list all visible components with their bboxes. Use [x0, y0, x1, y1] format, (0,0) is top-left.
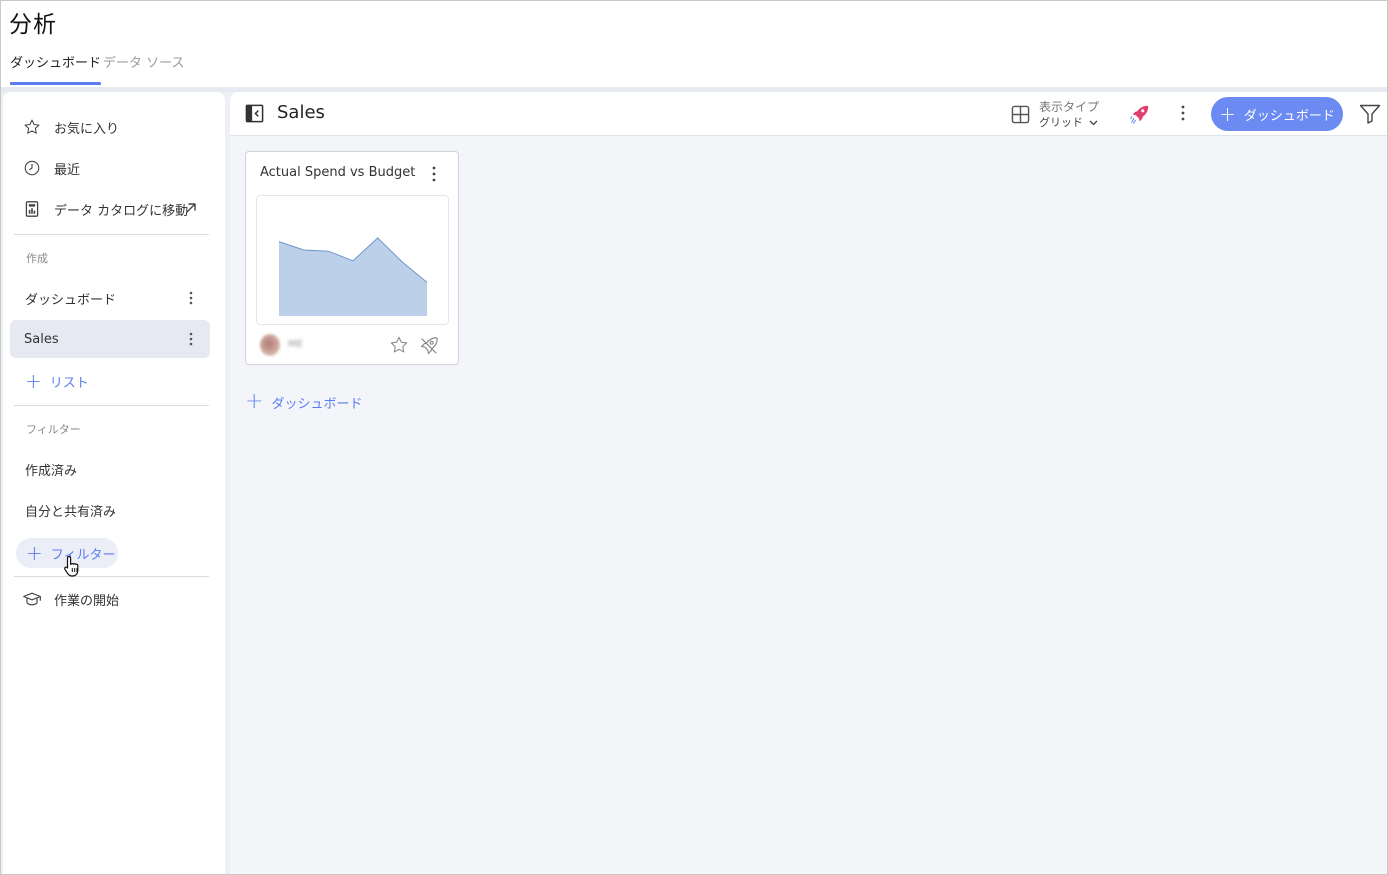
- sidebar-item-data-catalog[interactable]: データ カタログに移動: [10, 190, 210, 228]
- sidebar-item-dashboards-list[interactable]: ダッシュボード: [10, 279, 210, 317]
- sidebar-divider: [14, 234, 209, 235]
- star-icon[interactable]: [389, 335, 409, 359]
- app-title: 分析: [9, 12, 57, 38]
- more-vertical-icon[interactable]: [1174, 103, 1192, 127]
- sidebar-item-label: 最近: [54, 162, 81, 178]
- sidebar-item-created[interactable]: 作成済み: [10, 450, 210, 488]
- more-vertical-icon[interactable]: [182, 288, 200, 308]
- sidebar-item-shared-with-me[interactable]: 自分と共有済み: [10, 491, 210, 529]
- section-label-filter: フィルター: [26, 423, 81, 436]
- sidebar-item-label: 自分と共有済み: [25, 504, 117, 520]
- display-type-value: グリッド: [1039, 114, 1098, 130]
- sidebar-item-label: Sales: [24, 331, 59, 347]
- sidebar-item-favorites[interactable]: お気に入り: [10, 108, 210, 146]
- owner-name: ME: [288, 339, 303, 350]
- sidebar-item-sales[interactable]: Sales: [10, 320, 210, 358]
- avatar: [260, 334, 280, 356]
- tab-dashboards[interactable]: ダッシュボード: [10, 55, 102, 85]
- sidebar-item-label: 作成済み: [25, 463, 78, 479]
- thumbnail-area-chart: [278, 237, 428, 316]
- filter-icon[interactable]: [1359, 104, 1381, 128]
- add-list-button[interactable]: + リスト: [25, 369, 89, 393]
- display-type-label: 表示タイプ: [1039, 100, 1100, 114]
- sidebar-item-label: データ カタログに移動: [54, 203, 189, 219]
- star-icon: [22, 117, 42, 137]
- main-panel: Sales 表示タイプ グリッド + ダッシュボード Actual Spend …: [230, 92, 1387, 874]
- main-toolbar: Sales 表示タイプ グリッド + ダッシュボード: [230, 92, 1387, 136]
- grid-icon: [1011, 105, 1030, 128]
- sidebar: お気に入り 最近 データ カタログに移動 作成 ダッシュボード Sales + …: [3, 92, 225, 874]
- new-dashboard-label: ダッシュボード: [1243, 108, 1335, 124]
- thumbnail-area: [279, 238, 427, 316]
- add-filter-label: フィルター: [50, 547, 116, 563]
- sidebar-item-label: 作業の開始: [54, 593, 120, 609]
- sidebar-divider: [14, 405, 209, 406]
- card-title: Actual Spend vs Budget: [260, 165, 416, 180]
- tab-data-sources[interactable]: データ ソース: [103, 55, 184, 85]
- graduation-cap-icon: [22, 589, 42, 609]
- plus-icon: +: [1219, 102, 1236, 126]
- dashboard-card[interactable]: Actual Spend vs Budget ME: [245, 151, 459, 365]
- new-dashboard-button[interactable]: + ダッシュボード: [1211, 97, 1343, 131]
- sidebar-item-recent[interactable]: 最近: [10, 149, 210, 187]
- add-dashboard-link[interactable]: + ダッシュボード: [245, 391, 362, 413]
- card-thumbnail: [256, 195, 449, 325]
- add-dashboard-label: ダッシュボード: [271, 396, 363, 412]
- plus-icon: +: [245, 389, 264, 414]
- rocket-icon[interactable]: [1129, 103, 1151, 129]
- catalog-icon: [22, 199, 42, 219]
- rocket-icon[interactable]: [418, 335, 440, 361]
- app-window: 分析 ダッシュボード データ ソース お気に入り 最近 データ カタログに移動: [0, 0, 1388, 875]
- sidebar-item-label: お気に入り: [54, 121, 120, 137]
- page-title: Sales: [277, 102, 325, 123]
- add-list-label: リスト: [49, 375, 89, 391]
- sidebar-divider: [14, 576, 209, 577]
- external-link-icon: [184, 201, 198, 219]
- sidebar-item-getting-started[interactable]: 作業の開始: [10, 580, 210, 618]
- plus-icon: +: [25, 369, 42, 393]
- collapse-sidebar-icon[interactable]: [245, 104, 264, 127]
- hand-cursor-icon: [63, 554, 83, 582]
- sidebar-item-label: ダッシュボード: [25, 292, 117, 308]
- clock-icon: [22, 158, 42, 178]
- plus-icon: +: [26, 541, 43, 565]
- more-vertical-icon[interactable]: [182, 329, 200, 349]
- more-vertical-icon[interactable]: [426, 164, 442, 188]
- section-label-create: 作成: [26, 252, 48, 265]
- chevron-down-icon: [1089, 120, 1097, 126]
